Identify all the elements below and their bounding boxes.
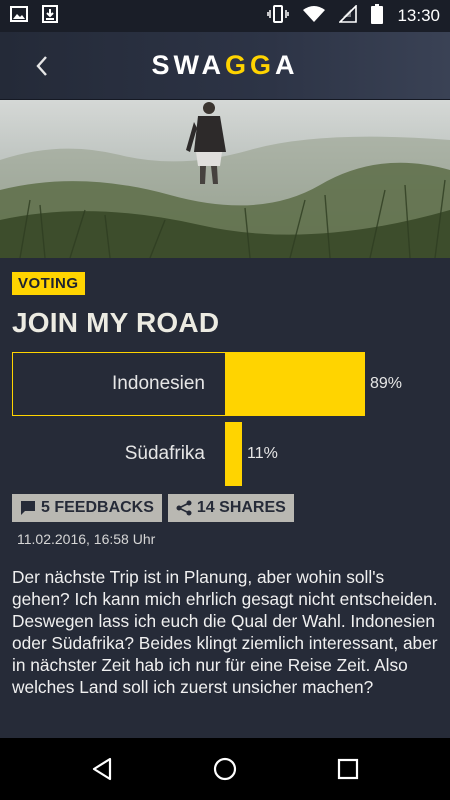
shares-label: 14 SHARES — [196, 499, 286, 516]
app-header: SWAGGA — [0, 32, 450, 100]
status-bar: 13:30 — [0, 0, 450, 32]
back-nav-icon — [92, 757, 111, 781]
image-icon — [10, 6, 28, 26]
battery-icon — [371, 4, 384, 28]
post-content: VOTING JOIN MY ROAD Indonesien 89% Südaf… — [12, 272, 438, 697]
back-nav-button[interactable] — [78, 745, 126, 793]
home-nav-button[interactable] — [201, 745, 249, 793]
vote-percent: 11% — [247, 445, 278, 462]
post-date: 11.02.2016, 16:58 Uhr — [17, 531, 156, 547]
shares-button[interactable]: 14 SHARES — [167, 494, 294, 522]
feedbacks-button[interactable]: 5 FEEDBACKS — [12, 494, 162, 522]
vibrate-icon — [267, 5, 290, 27]
vote-option-suedafrika[interactable]: Südafrika 11% — [12, 422, 278, 486]
share-icon — [176, 500, 192, 516]
action-buttons: 5 FEEDBACKS 14 SHARES — [12, 494, 294, 522]
post-body: Der nächste Trip ist in Planung, aber wo… — [12, 567, 438, 697]
voting-badge: VOTING — [12, 272, 85, 295]
comment-icon — [21, 501, 35, 515]
hero-image — [0, 100, 450, 258]
app-logo: SWAGGA — [151, 50, 299, 80]
post-title: JOIN MY ROAD — [12, 307, 220, 338]
vote-bar — [225, 352, 365, 416]
signal-icon — [338, 4, 358, 27]
vote-bar — [225, 422, 242, 486]
vote-option-label: Südafrika — [124, 443, 205, 464]
system-nav-bar — [0, 738, 450, 800]
home-nav-icon — [213, 757, 237, 781]
recents-nav-button[interactable] — [324, 745, 372, 793]
recents-nav-icon — [338, 758, 359, 780]
vote-percent: 89% — [370, 375, 403, 392]
status-time: 13:30 — [397, 6, 440, 25]
vote-option-indonesien[interactable]: Indonesien 89% — [12, 352, 402, 416]
feedbacks-label: 5 FEEDBACKS — [41, 499, 154, 516]
download-icon — [42, 5, 58, 27]
wifi-icon — [303, 5, 326, 27]
vote-option-label: Indonesien — [12, 352, 225, 416]
